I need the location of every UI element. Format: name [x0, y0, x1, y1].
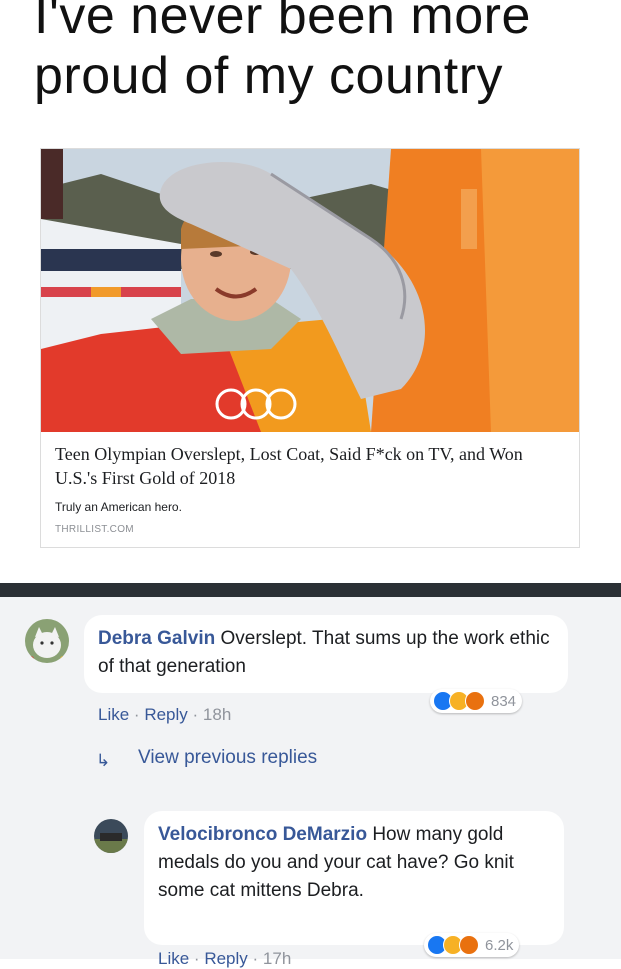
like-link[interactable]: Like [98, 705, 129, 724]
reaction-count: 6.2k [485, 936, 514, 954]
reply-arrow-icon: ↳ [96, 751, 111, 770]
comment-bubble: Debra Galvin Overslept. That sums up the… [84, 615, 568, 693]
comment-author[interactable]: Debra Galvin [98, 628, 215, 649]
article-headline[interactable]: Teen Olympian Overslept, Lost Coat, Said… [55, 442, 565, 490]
shared-article-card[interactable]: Teen Olympian Overslept, Lost Coat, Said… [40, 148, 580, 548]
article-subtitle: Truly an American hero. [55, 500, 182, 514]
comment-timestamp[interactable]: 18h [203, 705, 231, 724]
reply-link[interactable]: Reply [144, 705, 187, 724]
meme-caption-line-2: proud of my country [34, 47, 504, 105]
avatar-cat-icon [25, 619, 69, 663]
snowboarder-photo-illustration [41, 149, 579, 432]
article-source: THRILLIST.COM [55, 524, 134, 535]
avatar[interactable] [94, 819, 128, 853]
article-text: Teen Olympian Overslept, Lost Coat, Said… [41, 432, 579, 547]
comment-actions: Like · Reply · 17h [158, 949, 292, 968]
angry-reaction-icon [465, 691, 485, 711]
meme-caption-line-1: I've never been more [34, 0, 531, 45]
comment-bubble: Velocibronco DeMarzio How many gold meda… [144, 811, 564, 945]
reaction-count: 834 [491, 692, 517, 710]
comment-actions: Like · Reply · 18h [98, 705, 232, 724]
comments-section: Debra Galvin Overslept. That sums up the… [0, 597, 621, 968]
avatar-photo-icon [94, 819, 128, 853]
reactions-summary[interactable]: 6.2k [424, 933, 520, 957]
article-photo [41, 149, 579, 432]
view-previous-replies-link[interactable]: View previous replies [138, 747, 317, 769]
comment-author[interactable]: Velocibronco DeMarzio [158, 824, 367, 845]
section-divider [0, 583, 621, 597]
avatar[interactable] [25, 619, 69, 663]
angry-reaction-icon [459, 935, 479, 955]
reactions-summary[interactable]: 834 [430, 689, 523, 713]
meme-caption: I've never been more proud of my country [0, 0, 621, 140]
